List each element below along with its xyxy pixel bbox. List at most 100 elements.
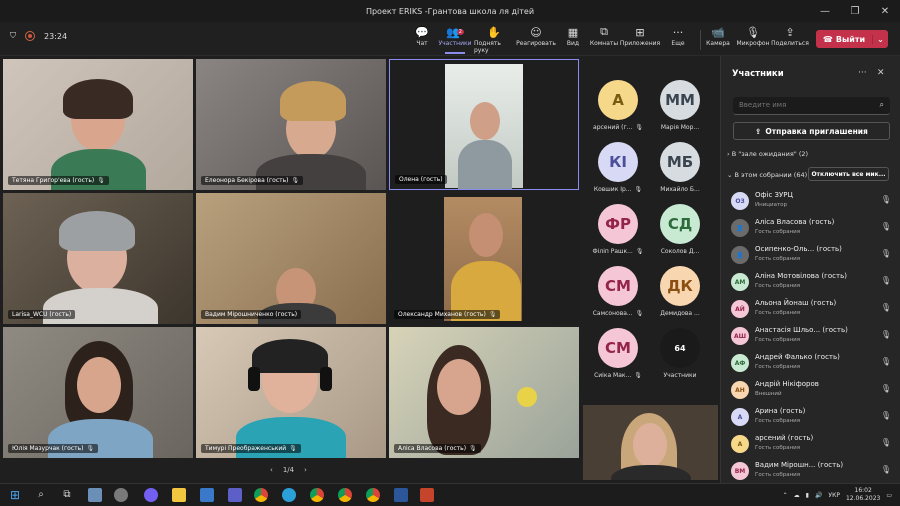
avatar-tile[interactable]: ДК Демидова ... [648,266,712,330]
participant-row[interactable]: АЙ Альона Йонаш (гость) Гость собрания 🎙 [731,297,891,321]
share-invite-button[interactable]: ⇪ Отправка приглашения [733,122,890,140]
apps-button[interactable]: ⊞ Приложения [620,24,660,54]
chevron-up-icon[interactable]: ⌃ [783,492,788,499]
cloud-icon[interactable]: ☁ [794,492,800,499]
chevron-down-icon[interactable]: ⌄ [872,34,888,44]
leave-button[interactable]: ☎ Выйти ⌄ [816,30,888,48]
participant-row[interactable]: АШ Анастасія Шльо... (гость) Гость собрани… [731,324,891,348]
system-tray: ⌃ ☁ ▮ 🔊 УКР 16:02 12.06.2023 ▭ [783,487,892,503]
avatar-tile[interactable]: СМ Сиіка Мак... 🎙 [586,328,650,392]
mic-off-icon[interactable]: 🎙 [881,357,891,366]
app-icon[interactable] [200,488,214,502]
in-meeting-group[interactable]: ⌄ В этом собрании (64) [727,171,807,179]
notification-icon[interactable]: ▭ [886,492,892,499]
mic-off-icon: 🎙 [634,372,642,379]
calculator-icon[interactable] [88,488,102,502]
avatar-tile[interactable]: ФР Філіп Рашк... 🎙 [586,204,650,268]
viber-icon[interactable] [144,488,158,502]
minimize-icon[interactable]: — [810,0,840,22]
video-tile[interactable]: Тетяна Григор'ева (гость) 🎙 [3,59,193,190]
participant-row[interactable]: А Арина (гость) Гость собрания 🎙 [731,405,891,429]
avatar: А [598,80,638,120]
chevron-left-icon[interactable]: ‹ [270,466,273,474]
mic-off-icon[interactable]: 🎙 [881,384,891,393]
mic-off-icon[interactable]: 🎙 [881,222,891,231]
network-icon[interactable]: ▮ [806,492,809,499]
avatar-person-icon: 👤 [731,246,749,264]
video-tile[interactable]: Олександр Миханов (гость) 🎙 [389,193,579,324]
more-icon[interactable]: ··· [858,68,867,78]
avatar-tile[interactable]: СМ Самсонова... 🎙 [586,266,650,330]
file-explorer-icon[interactable] [172,488,186,502]
more-participants-tile[interactable]: 64 Участники [648,328,712,392]
participant-row[interactable]: АН Андрій Нікіфоров Внешний 🎙 [731,378,891,402]
participant-row[interactable]: ВМ Вадим Мірошн... (гость) Гость собрания 🎙 [731,459,891,483]
mic-off-icon[interactable]: 🎙 [881,195,891,204]
raise-hand-button[interactable]: ✋ Поднять руку [474,24,514,55]
video-tile[interactable]: Larisa_WCU (гость) [3,193,193,324]
avatar: А [731,408,749,426]
mic-off-icon[interactable]: 🎙 [881,411,891,420]
react-button[interactable]: ☺ Реагировать [516,24,556,54]
search-input[interactable] [739,101,869,109]
search-icon[interactable]: ⌕ [34,488,48,502]
word-icon[interactable] [394,488,408,502]
video-tile[interactable]: Юлія Мазурчак (гость) 🎙 [3,327,193,458]
chrome-icon[interactable] [366,488,380,502]
close-window-icon[interactable]: ✕ [870,0,900,22]
close-icon[interactable]: ✕ [877,68,885,78]
participant-row[interactable]: Аарсений (гость) Гость собрания 🎙 [731,432,891,456]
mic-off-icon[interactable]: 🎙 [881,438,891,447]
avatar-tile[interactable]: МБ Михайло Б... [648,142,712,206]
video-tile-selected[interactable]: Олена (гость) [389,59,579,190]
maximize-icon[interactable]: ❐ [840,0,870,22]
app-icon[interactable] [114,488,128,502]
video-tile[interactable]: Аліса Власова (гость) 🎙 [389,327,579,458]
language-indicator[interactable]: УКР [828,492,840,499]
video-grid: Тетяна Григор'ева (гость) 🎙 Елеонора Бекі… [0,56,585,464]
teams-icon[interactable] [228,488,242,502]
participant-row[interactable]: 👤 Осипенко-Оль... (гость) Гость собрания 🎙 [731,243,891,267]
video-tile[interactable]: Тимурі Преображенський 🎙 [196,327,386,458]
participants-button[interactable]: 👥 2 Участники [435,24,475,54]
microphone-button[interactable]: 🎙 Микрофон [733,24,773,54]
participant-row[interactable]: АМ Аліна Мотовілова (гость) Гость собрания… [731,270,891,294]
mute-all-button[interactable]: Отключить все мик... [808,167,889,181]
chrome-icon[interactable] [310,488,324,502]
more-button[interactable]: ··· Еще [658,24,698,54]
mic-off-icon[interactable]: 🎙 [881,249,891,258]
mic-on-icon[interactable]: 🎙 [881,465,891,474]
participant-row[interactable]: ОЗ Офіс ЗУРЦ Инициатор 🎙 [731,189,891,213]
chrome-icon[interactable] [338,488,352,502]
participant-row[interactable]: 👤 Аліса Власова (гость) Гость собрания 🎙 [731,216,891,240]
task-view-icon[interactable]: ⧉ [60,488,74,502]
share-button[interactable]: ⇪ Поделиться [770,24,810,54]
chevron-right-icon[interactable]: › [304,466,307,474]
edge-icon[interactable] [282,488,296,502]
video-tile[interactable]: Елеонора Бекірова (гость) 🎙 [196,59,386,190]
mic-off-icon: 🎙 [635,310,644,317]
mic-off-icon: 🎙 [291,177,300,184]
volume-icon[interactable]: 🔊 [815,492,822,499]
camera-button[interactable]: 📹 Камера [698,24,738,54]
mic-off-icon[interactable]: 🎙 [881,303,891,312]
avatar: СД [660,204,700,244]
chrome-icon[interactable] [254,488,268,502]
mic-off-icon[interactable]: 🎙 [881,330,891,339]
search-box: ⌕ [733,97,890,115]
mic-off-icon: 🎙 [488,311,497,318]
clock[interactable]: 16:02 12.06.2023 [846,487,880,503]
lobby-group[interactable]: › В "зале ожидания" (2) [727,150,808,158]
avatar-tile[interactable]: СД Соколов Д... [648,204,712,268]
video-tile[interactable]: Вадим Мірошниченко (гость) [196,193,386,324]
avatar-tile[interactable]: КІ Ковшик Ір... 🎙 [586,142,650,206]
participant-row[interactable]: АФ Андрей Фалько (гость) Гость собрания 🎙 [731,351,891,375]
mic-off-icon[interactable]: 🎙 [881,276,891,285]
avatar-tile[interactable]: Аарсений (г... 🎙 [586,80,650,144]
powerpoint-icon[interactable] [420,488,434,502]
avatar-tile[interactable]: ММ Марія Мор... [648,80,712,144]
self-view-video[interactable] [583,405,718,480]
windows-start-icon[interactable]: ⊞ [8,488,22,502]
rooms-button[interactable]: ⧉ Комнаты [584,24,624,54]
search-icon[interactable]: ⌕ [880,100,884,110]
